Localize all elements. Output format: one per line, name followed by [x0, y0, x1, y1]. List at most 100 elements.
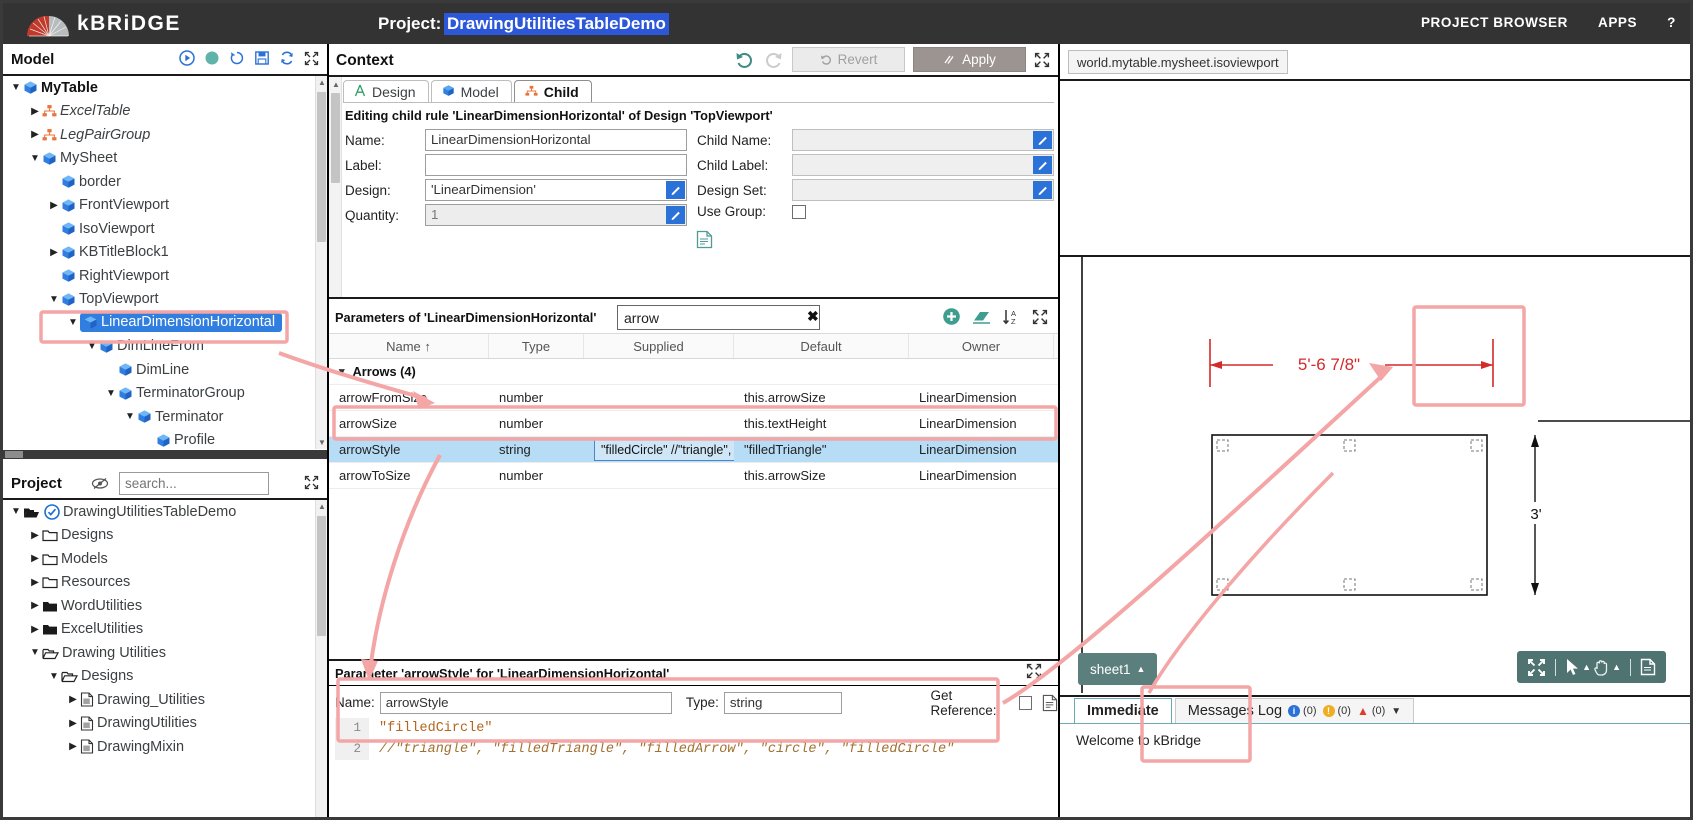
project-tree-item[interactable]: ▼ DrawingUtilitiesTableDemo — [3, 500, 315, 524]
expand-icon[interactable] — [1032, 309, 1048, 325]
expand-icon[interactable] — [1034, 52, 1050, 68]
chevron-right-icon[interactable]: ▶ — [28, 624, 42, 635]
output-tab-messages-log[interactable]: Messages Log i (0) ! (0) ▲ (0) ▼ — [1174, 698, 1415, 723]
parameters-column-header[interactable]: Owner — [909, 334, 1054, 358]
tab-design[interactable]: Design — [343, 80, 429, 102]
chevron-down-icon[interactable]: ▾ — [339, 365, 345, 378]
expand-icon[interactable] — [304, 51, 319, 66]
refresh-icon[interactable] — [279, 50, 295, 66]
parameters-table-body[interactable]: arrowFromSize number this.arrowSize LinearD… — [329, 385, 1058, 489]
sheet-tab-sheet1[interactable]: sheet1 ▲ — [1078, 653, 1158, 685]
project-search-input[interactable] — [119, 472, 269, 495]
project-tree-item[interactable]: ▶ Designs — [3, 524, 315, 548]
chevron-right-icon[interactable]: ▶ — [66, 718, 80, 729]
revert-button[interactable]: Revert — [792, 47, 905, 72]
edit-pencil-icon[interactable] — [666, 181, 685, 199]
model-tree-item[interactable]: ▶Profile — [3, 429, 315, 450]
chevron-down-icon[interactable]: ▼ — [1391, 706, 1401, 717]
param-type-field[interactable]: string — [723, 691, 843, 714]
chevron-down-icon[interactable]: ▼ — [28, 153, 42, 164]
model-tree-item[interactable]: ▶RightViewport — [3, 264, 315, 288]
apply-button[interactable]: Apply — [913, 47, 1026, 72]
project-tree-scrollbar[interactable]: ▲ — [315, 500, 327, 817]
model-tree-item[interactable]: ▶ FrontViewport — [3, 194, 315, 218]
name-field[interactable]: LinearDimensionHorizontal — [425, 129, 687, 151]
save-icon[interactable] — [254, 50, 270, 66]
output-tabs[interactable]: Immediate Messages Log i (0) ! (0) ▲ (0) ▼ — [1060, 697, 1690, 724]
design-set-field[interactable] — [792, 179, 1054, 201]
chevron-right-icon[interactable]: ▶ — [28, 577, 42, 588]
chevron-down-icon[interactable]: ▼ — [47, 294, 61, 305]
chevron-right-icon[interactable]: ▶ — [66, 694, 80, 705]
model-tree-item[interactable]: ▼ MySheet — [3, 147, 315, 171]
fit-icon[interactable] — [1527, 658, 1546, 677]
select-dropdown-caret-icon[interactable]: ▲ — [1582, 662, 1591, 672]
chevron-down-icon[interactable]: ▼ — [85, 341, 99, 352]
model-tree-item[interactable]: ▼ Terminator — [3, 405, 315, 429]
code-line[interactable]: 1 "filledCircle" — [335, 718, 1052, 739]
model-tree-item[interactable]: ▶DimLine — [3, 358, 315, 382]
parameters-column-header[interactable]: Default — [734, 334, 909, 358]
chevron-right-icon[interactable]: ▶ — [28, 530, 42, 541]
parameters-column-header[interactable]: Supplied — [584, 334, 734, 358]
edit-pencil-icon[interactable] — [1033, 131, 1052, 149]
redo-icon[interactable] — [763, 49, 784, 70]
brand-logo[interactable]: kBRiDGE — [25, 11, 181, 37]
history-icon[interactable] — [229, 50, 245, 66]
child-name-field[interactable] — [792, 129, 1054, 151]
add-circle-icon[interactable] — [942, 307, 961, 326]
child-label-field[interactable] — [792, 154, 1054, 176]
design-field[interactable]: 'LinearDimension' — [425, 179, 687, 201]
output-tab-immediate[interactable]: Immediate — [1074, 698, 1172, 723]
scroll-thumb[interactable] — [317, 92, 326, 242]
param-name-field[interactable]: arrowStyle — [379, 691, 672, 714]
chevron-down-icon[interactable]: ▼ — [123, 411, 137, 422]
model-hscrollbar[interactable] — [3, 450, 327, 459]
pdf-icon[interactable] — [1640, 658, 1656, 676]
scroll-thumb[interactable] — [331, 93, 340, 183]
parameters-table-row[interactable]: arrowStyle string "filledCircle" //"triang… — [329, 437, 1058, 463]
supplied-value-box[interactable]: "filledCircle" //"triangle", "f... — [594, 438, 734, 461]
model-tree-item[interactable]: ▶IsoViewport — [3, 217, 315, 241]
quantity-field[interactable]: 1 — [425, 204, 687, 226]
chevron-down-icon[interactable]: ▼ — [66, 317, 80, 328]
chevron-down-icon[interactable]: ▼ — [9, 82, 23, 93]
chevron-right-icon[interactable]: ▶ — [47, 200, 61, 211]
eye-slash-icon[interactable] — [91, 477, 109, 495]
code-line[interactable]: 2 //"triangle", "filledTriangle", "filled… — [335, 739, 1052, 760]
parameters-table-row[interactable]: arrowFromSize number this.arrowSize LinearD… — [329, 385, 1058, 411]
pan-hand-icon[interactable] — [1593, 658, 1610, 676]
model-tree-item[interactable]: ▶ KBTitleBlock1 — [3, 241, 315, 265]
scroll-thumb[interactable] — [317, 516, 326, 636]
erase-icon[interactable] — [972, 308, 991, 325]
project-tree-item[interactable]: ▼ Designs — [3, 665, 315, 689]
document-icon[interactable] — [696, 230, 713, 249]
context-scrollbar[interactable]: ▲ — [329, 77, 342, 297]
model-tree[interactable]: ▼ MyTable ▶ ExcelTable ▶ LegPairGroup ▼ MySheet… — [3, 76, 315, 449]
parameter-code-editor[interactable]: 1 "filledCircle" 2 //"triangle", "filledTri… — [335, 718, 1052, 813]
chevron-right-icon[interactable]: ▶ — [47, 247, 61, 258]
edit-pencil-icon[interactable] — [1033, 156, 1052, 174]
chevron-right-icon[interactable]: ▶ — [28, 129, 42, 140]
project-tree-item[interactable]: ▶ Models — [3, 547, 315, 571]
scroll-down-icon[interactable]: ▼ — [318, 438, 326, 447]
parameters-column-header[interactable]: Name ↑ — [329, 334, 489, 358]
parameters-table-row[interactable]: arrowSize number this.textHeight LinearDime… — [329, 411, 1058, 437]
model-tree-item[interactable]: ▼ DimLineFrom — [3, 335, 315, 359]
chevron-down-icon[interactable]: ▼ — [9, 506, 23, 517]
model-tree-scrollbar[interactable]: ▲ ▼ — [315, 76, 327, 449]
use-group-checkbox[interactable] — [792, 204, 806, 219]
select-arrow-icon[interactable] — [1565, 658, 1580, 676]
hscroll-thumb[interactable] — [5, 451, 23, 458]
chevron-right-icon[interactable]: ▶ — [66, 741, 80, 752]
project-browser-link[interactable]: PROJECT BROWSER — [1421, 15, 1568, 30]
project-tree-item[interactable]: ▼ Drawing Utilities — [3, 641, 315, 665]
pan-dropdown-caret-icon[interactable]: ▲ — [1612, 662, 1621, 672]
get-reference-checkbox[interactable] — [1019, 695, 1033, 710]
expand-icon[interactable] — [304, 475, 319, 490]
scroll-up-icon[interactable]: ▲ — [318, 502, 326, 511]
chevron-down-icon[interactable]: ▼ — [104, 388, 118, 399]
edit-pencil-icon[interactable] — [666, 206, 685, 224]
project-name[interactable]: DrawingUtilitiesTableDemo — [444, 13, 669, 35]
project-tree[interactable]: ▼ DrawingUtilitiesTableDemo ▶ Designs ▶ Model… — [3, 500, 315, 817]
